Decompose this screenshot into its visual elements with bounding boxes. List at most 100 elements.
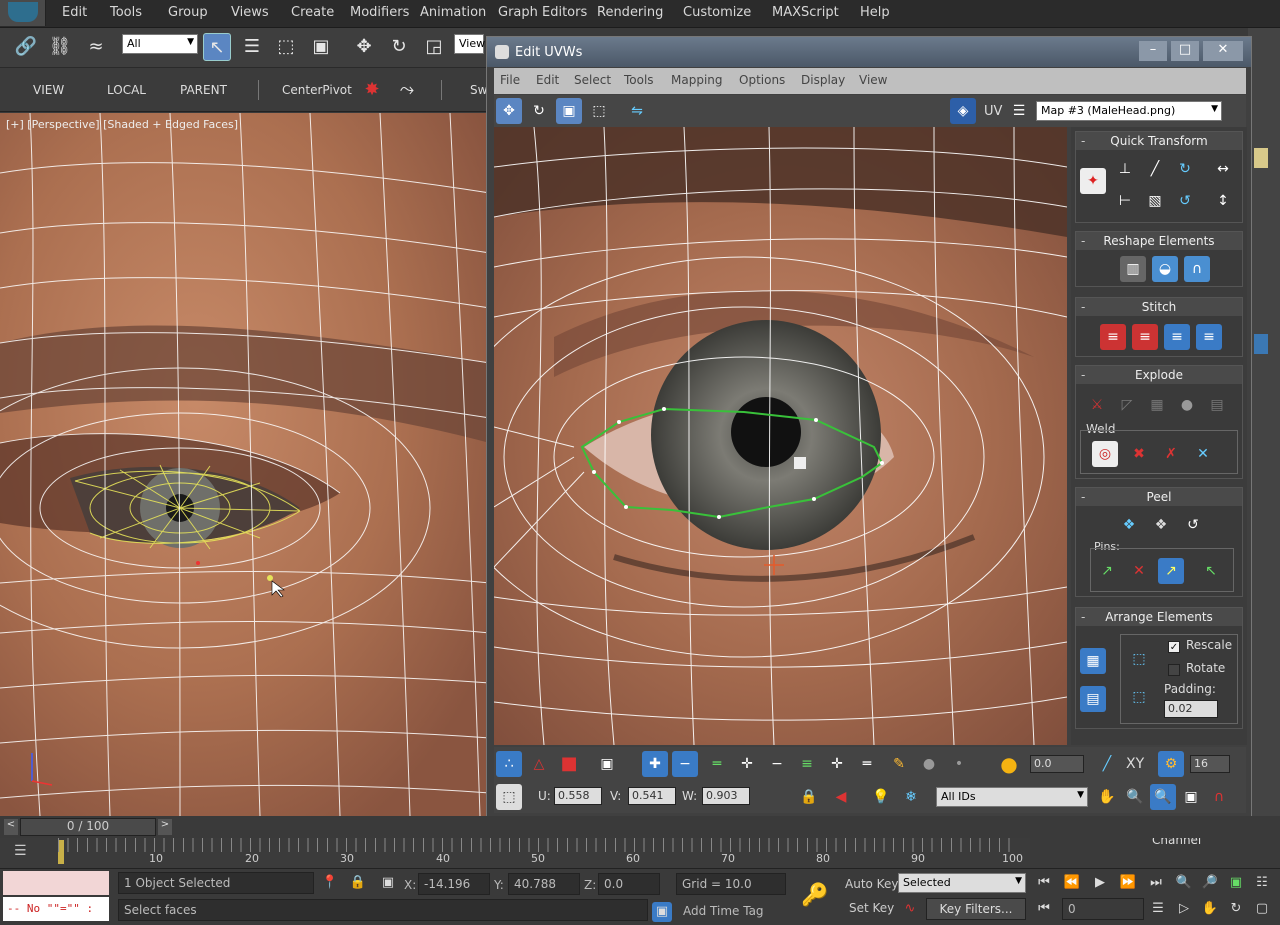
sphere-icon[interactable]: ● [1174,392,1200,418]
key-mode-toggle-icon[interactable]: ⏮ [1034,899,1054,919]
curve-editor-icon[interactable]: ☰ [14,843,34,863]
affect-pivot-icon[interactable]: ✸ [358,76,386,104]
freeform-icon[interactable]: ⬚ [586,98,612,124]
perspective-viewport[interactable]: [+] [Perspective] [Shaded + Edged Faces] [0,113,490,816]
zoom-all-icon[interactable]: 🔎 [1200,873,1220,893]
uv-label[interactable]: UV [984,104,1002,119]
edge-distance-icon[interactable]: ╱ [1094,751,1120,777]
uvw-menu-display[interactable]: Display [801,73,845,87]
by-smoothing-icon[interactable]: ▤ [1204,392,1230,418]
menu-help[interactable]: Help [860,5,890,20]
isolate-icon[interactable]: 📍 [320,873,340,893]
move-icon[interactable]: ✥ [496,98,522,124]
rotate-ccw-icon[interactable]: ↺ [1172,188,1198,214]
goto-start-icon[interactable]: ⏮ [1034,873,1054,893]
reset-peel-icon[interactable]: ↺ [1180,512,1206,538]
zoom-extents-icon[interactable]: ▣ [1178,784,1204,810]
peel-mode-icon[interactable]: ❖ [1148,512,1174,538]
uvw-menu-tools[interactable]: Tools [624,73,654,87]
selection-lock-icon[interactable]: 🔒 [348,873,368,893]
menu-create[interactable]: Create [291,5,334,20]
pan-icon[interactable]: ✋ [1200,899,1220,919]
pack-custom-icon[interactable]: ⬚ [1126,646,1152,672]
quick-transform-header[interactable]: - Quick Transform [1076,132,1242,150]
align-box-icon[interactable]: ▧ [1142,188,1168,214]
stitch-to-average-icon[interactable]: ≡ [1132,324,1158,350]
shrink-brush-icon[interactable]: • [946,751,972,777]
orbit-icon[interactable]: ↻ [1226,899,1246,919]
reshape-header[interactable]: - Reshape Elements [1076,232,1242,250]
quick-peel-icon[interactable]: ❖ [1116,512,1142,538]
center-pivot-button[interactable]: CenterPivot [282,83,352,97]
maxscript-listener-top[interactable] [3,871,109,895]
auto-pin-icon[interactable]: ↗ [1158,558,1184,584]
padding-spinner[interactable]: 0.02 [1164,700,1218,718]
rescale-checkbox[interactable]: ✓ [1168,641,1180,653]
close-button[interactable]: ✕ [1203,41,1243,61]
pack-custom2-icon[interactable]: ⬚ [1126,684,1152,710]
menu-edit[interactable]: Edit [62,5,87,20]
rotate-icon[interactable]: ↻ [385,33,413,61]
w-spinner[interactable]: 0.903 [702,787,750,805]
tile-spinner[interactable]: 16 [1190,755,1230,773]
uvw-menu-options[interactable]: Options [739,73,785,87]
pin-icon[interactable]: ↗ [1094,558,1120,584]
pan-icon[interactable]: ✋ [1094,784,1120,810]
menu-animation[interactable]: Animation [420,5,486,20]
stitch-to-source-icon[interactable]: ≡ [1164,324,1190,350]
uv-editor-canvas[interactable] [494,127,1067,745]
element-mode-icon[interactable]: ▣ [594,751,620,777]
loop-grow-icon[interactable]: ≡ [794,751,820,777]
time-tag-icon[interactable]: ▣ [652,902,672,922]
uvw-title-bar[interactable]: Edit UVWs – □ ✕ [487,37,1251,67]
menu-group[interactable]: Group [168,5,208,20]
time-slider[interactable]: < 0 / 100 > [0,816,1280,838]
key-mode-dropdown[interactable]: Selected ▼ [898,873,1026,893]
zoom-icon[interactable]: 🔍 [1122,784,1148,810]
detach-icon[interactable]: ◸ [1114,392,1140,418]
set-pivot-icon[interactable]: ✦ [1080,168,1106,194]
maximize-viewport-icon[interactable]: ▢ [1252,899,1272,919]
maxscript-listener[interactable]: -- No ""="" : [3,897,109,921]
weld-threshold-icon[interactable]: ✗ [1158,441,1184,467]
loop-remove-icon[interactable]: ═ [854,751,880,777]
y-coord-field[interactable]: 40.788 [508,873,580,895]
uvw-menu-edit[interactable]: Edit [536,73,559,87]
add-time-tag[interactable]: Add Time Tag [683,904,764,918]
flatten-icon[interactable]: ▦ [1144,392,1170,418]
mirror-icon[interactable]: ⇋ [624,98,650,124]
scale-icon[interactable]: ▣ [556,98,582,124]
select-pins-icon[interactable]: ↖ [1198,558,1224,584]
time-next-icon[interactable]: > [158,819,172,835]
absolute-mode-icon[interactable]: ⬚ [496,784,522,810]
uvw-menu-file[interactable]: File [500,73,520,87]
set-key-button[interactable]: Set Key [849,901,894,915]
filter-icon[interactable]: 💡 [868,784,894,810]
uvw-menu-view[interactable]: View [859,73,887,87]
next-frame-icon[interactable]: ⏩ [1118,873,1138,893]
zoom-region-icon[interactable]: 🔍 [1150,784,1176,810]
menu-customize[interactable]: Customize [683,5,751,20]
snap-icon[interactable]: ∩ [1206,784,1232,810]
pack-together-icon[interactable]: ▤ [1080,686,1106,712]
straighten-icon[interactable]: ▥ [1120,256,1146,282]
time-config-icon[interactable]: ☰ [1148,899,1168,919]
menu-modifiers[interactable]: Modifiers [350,5,409,20]
space-horizontal-icon[interactable]: ↔ [1210,156,1236,182]
unpin-icon[interactable]: ✕ [1126,558,1152,584]
pack-normalize-icon[interactable]: ▦ [1080,648,1106,674]
link-icon[interactable]: 🔗 [12,33,40,61]
app-logo-button[interactable] [0,0,46,26]
ring-shrink-icon[interactable]: − [764,751,790,777]
minimize-button[interactable]: – [1139,41,1167,61]
x-coord-field[interactable]: -14.196 [418,873,490,895]
checker-icon[interactable]: ◈ [950,98,976,124]
peel-header[interactable]: - Peel [1076,488,1242,506]
align-u-icon[interactable]: ⊥ [1112,156,1138,182]
set-key-icon[interactable]: 🔑 [800,881,830,911]
stitch-to-target-icon[interactable]: ≡ [1100,324,1126,350]
edge-mode-icon[interactable]: △ [526,751,552,777]
soft-select-icon[interactable]: ● [996,751,1022,777]
key-tangent-icon[interactable]: ∿ [900,899,920,919]
xy-button[interactable]: XY [1126,756,1144,772]
